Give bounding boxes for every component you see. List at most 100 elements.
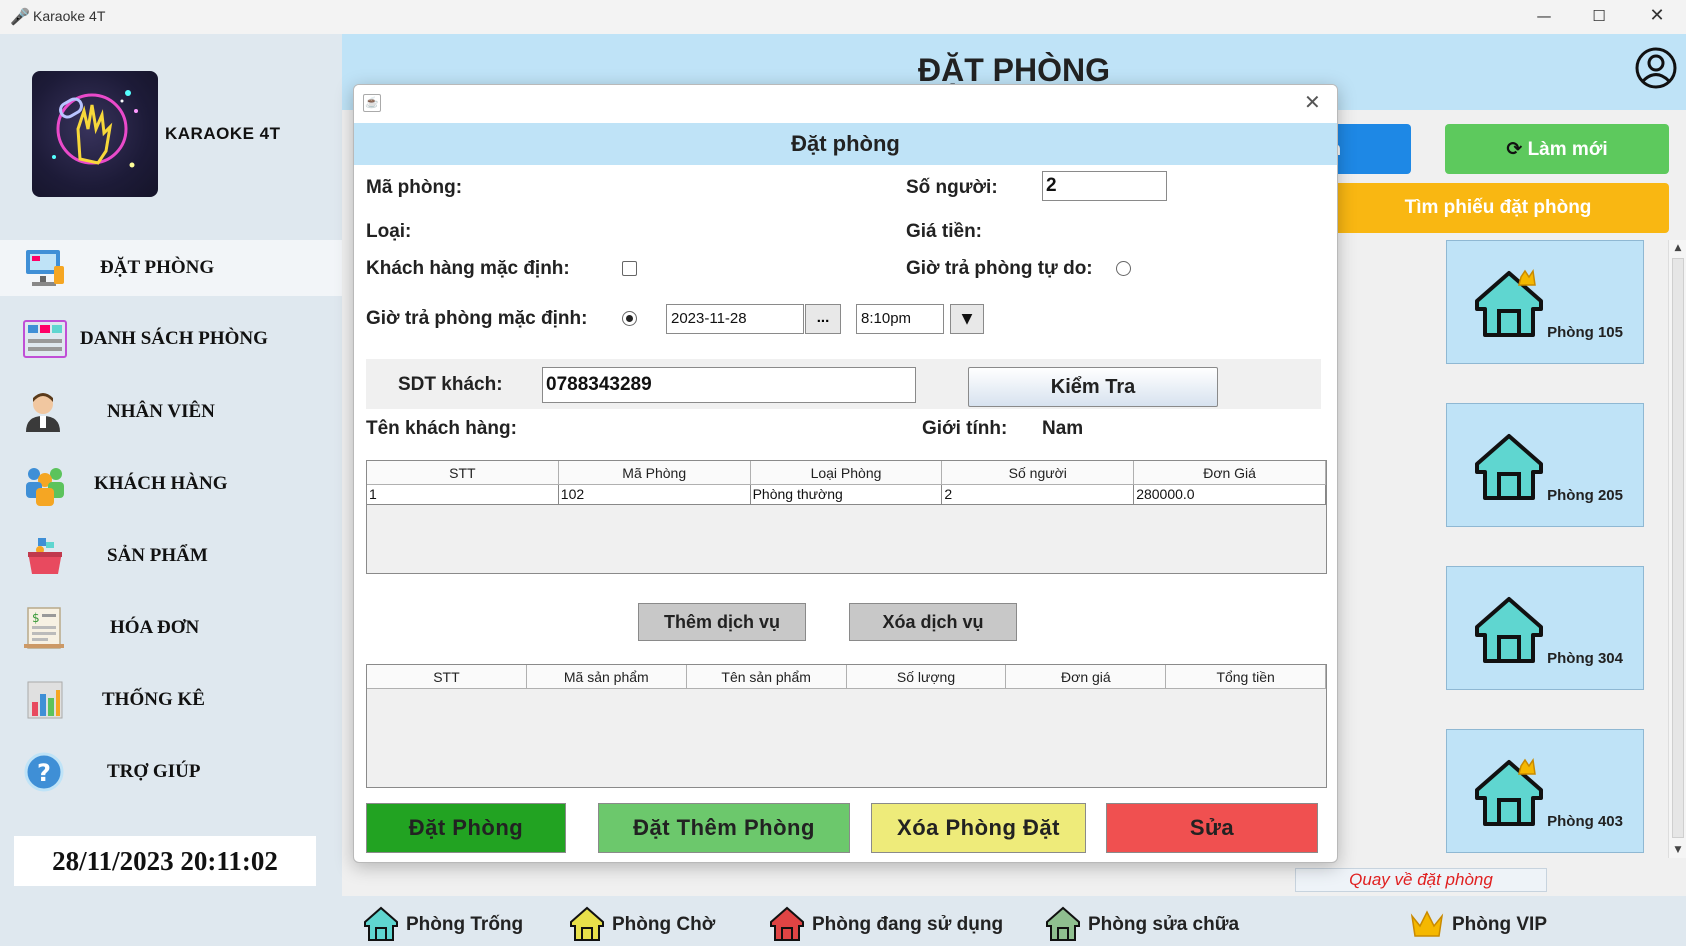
phone-input[interactable]: 0788343289 xyxy=(542,367,916,403)
sidebar-item-label: THỐNG KÊ xyxy=(102,689,205,710)
refresh-icon: ⟳ xyxy=(1506,138,1523,160)
people-input[interactable]: 2 xyxy=(1042,171,1167,201)
room-card[interactable]: Phòng 304 xyxy=(1446,566,1644,690)
booked-rooms-table[interactable]: STT Mã Phòng Loại Phòng Số người Đơn Giá… xyxy=(366,460,1327,574)
house-icon xyxy=(570,906,604,941)
add-service-button[interactable]: Thêm dịch vụ xyxy=(638,603,806,641)
table-header: STT Mã Phòng Loại Phòng Số người Đơn Giá xyxy=(367,461,1326,485)
sidebar: KARAOKE 4T ĐẶT PHÒNG DANH SÁCH PHÒNG NHÂ… xyxy=(0,34,342,946)
sidebar-item-label: ĐẶT PHÒNG xyxy=(100,257,215,278)
sidebar-item-khach-hang[interactable]: KHÁCH HÀNG xyxy=(0,456,342,512)
column-header[interactable]: Loại Phòng xyxy=(750,461,943,485)
column-header[interactable]: Mã Phòng xyxy=(558,461,751,485)
table-row[interactable]: 1 102 Phòng thường 2 280000.0 xyxy=(367,485,1326,505)
close-window-button[interactable]: ✕ xyxy=(1628,0,1686,34)
house-icon xyxy=(364,906,398,941)
sidebar-item-nhan-vien[interactable]: NHÂN VIÊN xyxy=(0,384,342,440)
phone-label: SDT khách: xyxy=(398,374,503,395)
sidebar-item-hoa-don[interactable]: $ HÓA ĐƠN xyxy=(0,600,342,656)
book-more-room-button[interactable]: Đặt Thêm Phòng xyxy=(598,803,850,853)
room-status-legend: Phòng Trống Phòng Chờ Phòng đang sử dụng… xyxy=(342,896,1686,946)
minimize-button[interactable]: — xyxy=(1515,0,1573,34)
column-header[interactable]: Số người xyxy=(942,461,1135,485)
table-header: STT Mã sản phẩm Tên sản phẩm Số lượng Đơ… xyxy=(367,665,1326,689)
scroll-up-icon[interactable]: ▲ xyxy=(1669,240,1686,256)
book-room-button[interactable]: Đặt Phòng xyxy=(366,803,566,853)
product-basket-icon xyxy=(28,538,62,574)
karaoke-app-icon: 🎤 xyxy=(10,7,30,26)
gender-label: Giới tính: xyxy=(922,418,1008,439)
column-header[interactable]: Đơn Giá xyxy=(1134,461,1326,485)
sidebar-item-danh-sach-phong[interactable]: DANH SÁCH PHÒNG xyxy=(0,311,342,367)
house-icon xyxy=(1046,906,1080,941)
user-account-icon[interactable] xyxy=(1634,46,1678,90)
column-header[interactable]: Tổng tiền xyxy=(1166,665,1326,689)
help-icon: ? xyxy=(24,752,64,792)
gender-value: Nam xyxy=(1042,418,1084,439)
house-icon xyxy=(770,906,804,941)
maximize-button[interactable]: ☐ xyxy=(1570,0,1628,34)
customer-name-label: Tên khách hàng: xyxy=(366,418,517,439)
house-icon xyxy=(1475,597,1543,663)
column-header[interactable]: Đơn giá xyxy=(1006,665,1167,689)
sidebar-item-label: HÓA ĐƠN xyxy=(110,617,200,638)
remove-service-button[interactable]: Xóa dịch vụ xyxy=(849,603,1017,641)
date-picker-button[interactable]: ... xyxy=(805,304,841,334)
java-icon: ☕ xyxy=(363,94,381,112)
room-list-icon xyxy=(23,320,67,358)
room-card[interactable]: Phòng 205 xyxy=(1446,403,1644,527)
booking-computer-icon xyxy=(26,250,64,286)
sidebar-item-tro-giup[interactable]: ? TRỢ GIÚP xyxy=(0,744,342,800)
close-icon[interactable]: ✕ xyxy=(1304,90,1321,114)
default-customer-label: Khách hàng mặc định: xyxy=(366,258,570,279)
table-cell: 1 xyxy=(367,485,559,505)
return-to-booking-button[interactable]: Quay về đặt phòng xyxy=(1295,868,1547,892)
column-header[interactable]: STT xyxy=(367,665,527,689)
sidebar-item-dat-phong[interactable]: ĐẶT PHÒNG xyxy=(0,240,342,296)
edit-button[interactable]: Sửa xyxy=(1106,803,1318,853)
services-table[interactable]: STT Mã sản phẩm Tên sản phẩm Số lượng Đơ… xyxy=(366,664,1327,788)
room-label: Phòng 403 xyxy=(1547,813,1623,830)
sidebar-item-label: KHÁCH HÀNG xyxy=(94,473,228,494)
scroll-thumb[interactable] xyxy=(1672,258,1684,838)
booking-dialog: ☕ ✕ Đặt phòng Mã phòng: Số người: 2 Loại… xyxy=(353,84,1338,863)
legend-label: Phòng VIP xyxy=(1452,914,1547,935)
free-checkout-label: Giờ trả phòng tự do: xyxy=(906,258,1093,279)
refresh-label: Làm mới xyxy=(1527,139,1608,160)
legend-label: Phòng đang sử dụng xyxy=(812,914,1004,935)
column-header[interactable]: Số lượng xyxy=(846,665,1007,689)
column-header[interactable]: Mã sản phẩm xyxy=(526,665,687,689)
sidebar-item-san-pham[interactable]: SẢN PHẨM xyxy=(0,528,342,584)
default-customer-checkbox[interactable] xyxy=(622,261,637,276)
default-checkout-radio[interactable] xyxy=(622,311,637,326)
table-cell: Phòng thường xyxy=(750,485,943,505)
checkout-date-input[interactable]: 2023-11-28 xyxy=(666,304,804,334)
house-icon xyxy=(1475,268,1543,337)
room-card[interactable]: Phòng 403 xyxy=(1446,729,1644,853)
invoice-icon: $ xyxy=(24,607,64,649)
sidebar-item-label: NHÂN VIÊN xyxy=(107,401,215,422)
checkout-time-input[interactable]: 8:10pm xyxy=(856,304,944,334)
table-cell: 2 xyxy=(942,485,1135,505)
find-booking-button[interactable]: Tìm phiếu đặt phòng xyxy=(1327,183,1669,233)
time-dropdown-button[interactable]: ▼ xyxy=(950,304,984,334)
svg-text:$: $ xyxy=(32,611,40,625)
refresh-button[interactable]: ⟳ Làm mới xyxy=(1445,124,1669,174)
room-label: Phòng 205 xyxy=(1547,487,1623,504)
check-customer-button[interactable]: Kiểm Tra xyxy=(968,367,1218,407)
brand-name: KARAOKE 4T xyxy=(165,124,281,143)
column-header[interactable]: Tên sản phẩm xyxy=(686,665,847,689)
delete-booked-room-button[interactable]: Xóa Phòng Đặt xyxy=(871,803,1086,853)
room-card[interactable]: Phòng 105 xyxy=(1446,240,1644,364)
scroll-down-icon[interactable]: ▼ xyxy=(1669,842,1686,858)
free-checkout-radio[interactable] xyxy=(1116,261,1131,276)
legend-label: Phòng Trống xyxy=(406,914,524,935)
dialog-titlebar: ☕ ✕ xyxy=(354,85,1337,123)
price-label: Giá tiền: xyxy=(906,221,983,242)
room-label: Phòng 105 xyxy=(1547,324,1623,341)
sidebar-item-thong-ke[interactable]: THỐNG KÊ xyxy=(0,672,342,728)
room-grid-scrollbar[interactable]: ▲ ▼ xyxy=(1668,240,1686,858)
people-label: Số người: xyxy=(906,177,998,198)
table-cell: 102 xyxy=(558,485,751,505)
column-header[interactable]: STT xyxy=(367,461,559,485)
